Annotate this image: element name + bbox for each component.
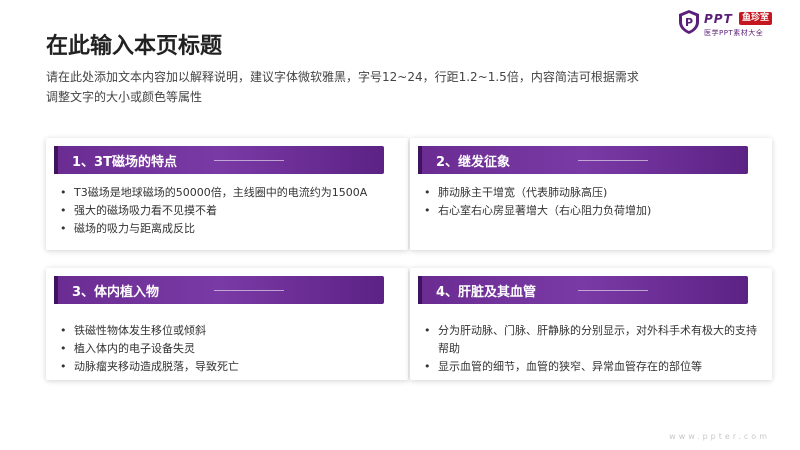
info-card-implants: 3、体内植入物 铁磁性物体发生移位或倾斜 植入体内的电子设备失灵 动脉瘤夹移动造… <box>46 268 408 380</box>
logo-subtitle: 医学PPT素材大全 <box>704 29 764 37</box>
card-heading: 1、3T磁场的特点 <box>72 155 177 170</box>
card-header: 4、肝脏及其血管 <box>418 276 748 304</box>
card-header: 2、继发征象 <box>418 146 748 174</box>
info-card-secondary-signs: 2、继发征象 肺动脉主干增宽（代表肺动脉高压) 右心室右心房显著增大（右心阻力负… <box>410 138 772 250</box>
footer-watermark: www.ppter.com <box>669 432 770 441</box>
info-card-liver-vessels: 4、肝脏及其血管 分为肝动脉、门脉、肝静脉的分别显示，对外科手术有极大的支持帮助… <box>410 268 772 380</box>
card-heading: 4、肝脏及其血管 <box>436 285 537 300</box>
card-header-divider <box>214 160 284 161</box>
brand-logo: P PPT 鱼珍室 医学PPT素材大全 <box>678 9 796 39</box>
info-card-magnetic-field: 1、3T磁场的特点 T3磁场是地球磁场的50000倍，主线圈中的电流约为1500… <box>46 138 408 250</box>
card-header: 3、体内植入物 <box>54 276 384 304</box>
list-item: 强大的磁场吸力看不见摸不着 <box>60 202 400 220</box>
list-item: 显示血管的细节，血管的狭窄、异常血管存在的部位等 <box>424 358 764 376</box>
list-item: 肺动脉主干增宽（代表肺动脉高压) <box>424 184 764 202</box>
card-header-accent <box>418 146 422 174</box>
card-item-list: 肺动脉主干增宽（代表肺动脉高压) 右心室右心房显著增大（右心阻力负荷增加) <box>424 184 764 220</box>
card-header-divider <box>578 290 648 291</box>
card-item-list: T3磁场是地球磁场的50000倍，主线圈中的电流约为1500A 强大的磁场吸力看… <box>60 184 400 238</box>
page-description: 请在此处添加文本内容加以解释说明，建议字体微软雅黑，字号12~24，行距1.2~… <box>46 70 639 104</box>
logo-brand-text: PPT <box>704 12 733 26</box>
card-heading: 2、继发征象 <box>436 155 511 170</box>
list-item: T3磁场是地球磁场的50000倍，主线圈中的电流约为1500A <box>60 184 400 202</box>
list-item: 植入体内的电子设备失灵 <box>60 340 400 358</box>
logo-tag: 鱼珍室 <box>739 12 773 25</box>
card-header-accent <box>418 276 422 304</box>
card-header-accent <box>54 276 58 304</box>
card-header-accent <box>54 146 58 174</box>
shield-p-icon: P <box>679 10 699 34</box>
card-header-divider <box>578 160 648 161</box>
card-header: 1、3T磁场的特点 <box>54 146 384 174</box>
svg-text:P: P <box>685 16 693 29</box>
list-item: 分为肝动脉、门脉、肝静脉的分别显示，对外科手术有极大的支持帮助 <box>424 322 764 358</box>
list-item: 磁场的吸力与距离成反比 <box>60 220 400 238</box>
list-item: 右心室右心房显著增大（右心阻力负荷增加) <box>424 202 764 220</box>
list-item: 动脉瘤夹移动造成脱落，导致死亡 <box>60 358 400 376</box>
card-item-list: 分为肝动脉、门脉、肝静脉的分别显示，对外科手术有极大的支持帮助 显示血管的细节，… <box>424 322 764 376</box>
page-title: 在此输入本页标题 <box>46 34 223 59</box>
card-heading: 3、体内植入物 <box>72 285 160 300</box>
card-item-list: 铁磁性物体发生移位或倾斜 植入体内的电子设备失灵 动脉瘤夹移动造成脱落，导致死亡 <box>60 322 400 376</box>
card-header-divider <box>214 290 284 291</box>
list-item: 铁磁性物体发生移位或倾斜 <box>60 322 400 340</box>
